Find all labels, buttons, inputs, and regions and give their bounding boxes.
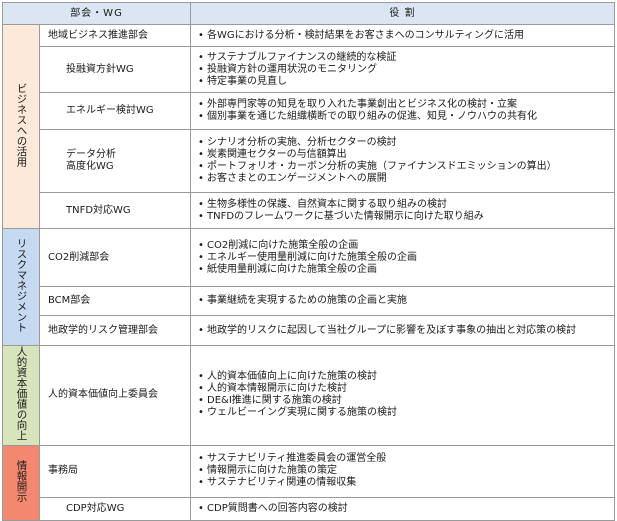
role-item: サステナブルファイナンスの継続的な検証 xyxy=(197,52,614,64)
role-item: TNFDのフレームワークに基づいた情報開示に向けた取り組み xyxy=(197,211,614,223)
dept-cell: 地政学的リスク管理部会 xyxy=(38,315,192,346)
dept-cell: 地域ビジネス推進部会 xyxy=(38,24,192,47)
role-column-header: 役 割 xyxy=(190,2,616,25)
dept-cell: 事務局 xyxy=(38,444,192,498)
table-row: TNFD対応WG 生物多様性の保護、自然資本に関する取り組みの検討 TNFDのフ… xyxy=(3,192,616,229)
role-item: 特定事業の見直し xyxy=(197,76,614,88)
role-item: 情報開示に向けた施策の策定 xyxy=(197,465,614,477)
role-item: 事業継続を実現するための施策の企画と実施 xyxy=(197,295,614,307)
role-item: サステナビリティ推進委員会の運営全般 xyxy=(197,453,614,465)
role-item: ポートフォリオ・カーボン分析の実施（ファイナンスドエミッションの算出） xyxy=(197,161,614,173)
role-cell: シナリオ分析の実施、分析セクターの検討 炭素関連セクターの与信額算出 ポートフォ… xyxy=(190,129,616,193)
role-item: お客さまとのエンゲージメントへの展開 xyxy=(197,173,614,185)
dept-cell: TNFD対応WG xyxy=(38,192,192,229)
table-row: 地政学的リスク管理部会 地政学的リスクに起因して当社グループに影響を及ぼす事象の… xyxy=(3,315,616,346)
role-item: エネルギー使用量削減に向けた施策全般の企画 xyxy=(197,252,614,264)
dept-cell: 投融資方針WG xyxy=(38,46,192,93)
role-cell: 生物多様性の保護、自然資本に関する取り組みの検討 TNFDのフレームワークに基づ… xyxy=(190,192,616,229)
dept-line: 高度化WG xyxy=(66,161,114,172)
table-row: リスクマネジメント CO2削減部会 CO2削減に向けた施策全般の企画 エネルギー… xyxy=(2,228,616,346)
role-cell: 地政学的リスクに起因して当社グループに影響を及ぼす事象の抽出と対応策の検討 xyxy=(190,315,616,346)
role-item: 炭素関連セクターの与信額算出 xyxy=(197,149,614,161)
dept-cell: エネルギー検討WG xyxy=(38,92,192,130)
role-item: 各WGにおける分析・検討結果をお客さまへのコンサルティングに活用 xyxy=(197,30,614,42)
role-item: 人的資本情報開示に向けた検討 xyxy=(197,383,614,395)
table-row: BCM部会 事業継続を実現するための施策の企画と実施 xyxy=(3,286,616,316)
role-item: 個別事業を通じた組織横断での取り組みの促進、知見・ノウハウの共有化 xyxy=(197,111,614,123)
dept-cell: 人的資本価値向上委員会 xyxy=(38,345,192,446)
dept-column-header: 部会・WG xyxy=(1,2,192,25)
role-cell: 人的資本価値向上に向けた施策の検討 人的資本情報開示に向けた検討 DE&I推進に… xyxy=(190,345,616,446)
category-business: ビジネスへの活用 xyxy=(2,24,40,229)
role-cell: 外部専門家等の知見を取り入れた事業創出とビジネス化の検討・立案 個別事業を通じた… xyxy=(190,92,616,130)
role-cell: 事業継続を実現するための施策の企画と実施 xyxy=(190,286,616,316)
dept-cell: データ分析 高度化WG xyxy=(38,129,192,193)
role-item: 生物多様性の保護、自然資本に関する取り組みの検討 xyxy=(197,199,614,211)
table-header-row: 部会・WG 役 割 xyxy=(1,2,616,25)
role-cell: サステナブルファイナンスの継続的な検証 投融資方針の運用状況のモニタリング 特定… xyxy=(190,46,616,93)
table-row: ビジネスへの活用 地域ビジネス推進部会 各WGにおける分析・検討結果をお客さまへ… xyxy=(2,24,616,229)
table-row: 情報開示 事務局 サステナビリティ推進委員会の運営全般 情報開示に向けた施策の策… xyxy=(2,444,616,521)
dept-line: データ分析 xyxy=(66,149,116,160)
role-cell: サステナビリティ推進委員会の運営全般 情報開示に向けた施策の策定 サステナビリテ… xyxy=(190,444,616,498)
organization-table: 部会・WG 役 割 ビジネスへの活用 地域ビジネス推進部会 各WGにおける分析・… xyxy=(1,2,616,521)
role-cell: 各WGにおける分析・検討結果をお客さまへのコンサルティングに活用 xyxy=(190,24,616,47)
role-item: 外部専門家等の知見を取り入れた事業創出とビジネス化の検討・立案 xyxy=(197,99,614,111)
table-row: 人的資本価値の向上 人的資本価値向上委員会 人的資本価値向上に向けた施策の検討 … xyxy=(2,345,616,446)
role-item: 投融資方針の運用状況のモニタリング xyxy=(197,64,614,76)
table-row: 投融資方針WG サステナブルファイナンスの継続的な検証 投融資方針の運用状況のモ… xyxy=(3,46,616,93)
category-human-capital: 人的資本価値の向上 xyxy=(2,345,40,446)
dept-cell: CO2削減部会 xyxy=(38,228,192,287)
table-row: データ分析 高度化WG シナリオ分析の実施、分析セクターの検討 炭素関連セクター… xyxy=(3,129,616,193)
category-risk: リスクマネジメント xyxy=(2,228,40,346)
role-item: CO2削減に向けた施策全般の企画 xyxy=(197,240,614,252)
role-item: 人的資本価値向上に向けた施策の検討 xyxy=(197,371,614,383)
role-item: 地政学的リスクに起因して当社グループに影響を及ぼす事象の抽出と対応策の検討 xyxy=(197,325,614,337)
table-row: エネルギー検討WG 外部専門家等の知見を取り入れた事業創出とビジネス化の検討・立… xyxy=(3,92,616,130)
role-item: シナリオ分析の実施、分析セクターの検討 xyxy=(197,137,614,149)
role-item: サステナビリティ関連の情報収集 xyxy=(197,477,614,489)
dept-cell: BCM部会 xyxy=(38,286,192,316)
role-item: ウェルビーイング実現に関する施策の検討 xyxy=(197,407,614,419)
role-item: 紙使用量削減に向けた施策全般の企画 xyxy=(197,264,614,276)
organization-table-container: 部会・WG 役 割 ビジネスへの活用 地域ビジネス推進部会 各WGにおける分析・… xyxy=(1,2,616,521)
role-item: DE&I推進に関する施策の検討 xyxy=(197,395,614,407)
role-cell: CO2削減に向けた施策全般の企画 エネルギー使用量削減に向けた施策全般の企画 紙… xyxy=(190,228,616,287)
